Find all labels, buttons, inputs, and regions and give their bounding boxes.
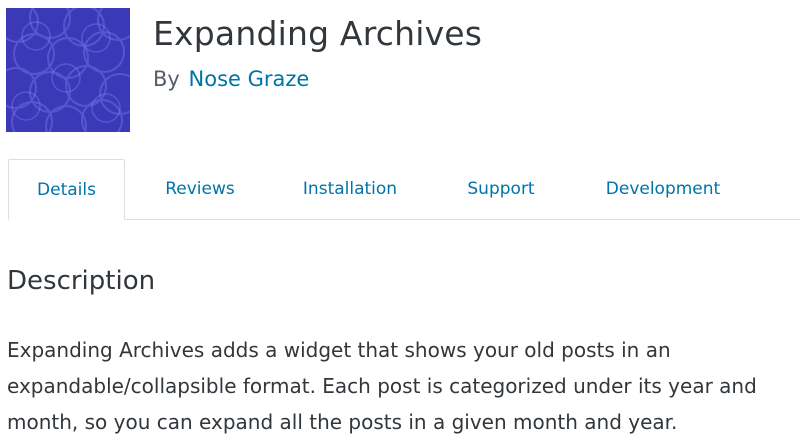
plugin-tabs: Details Reviews Installation Support Dev…	[8, 159, 800, 220]
tab-development[interactable]: Development	[590, 159, 736, 219]
plugin-byline: By Nose Graze	[153, 67, 309, 91]
description-heading: Description	[7, 266, 156, 296]
description-text: Expanding Archives adds a widget that sh…	[7, 338, 757, 434]
tab-installation[interactable]: Installation	[282, 159, 418, 219]
tab-reviews[interactable]: Reviews	[138, 159, 262, 219]
circles-pattern-icon	[6, 8, 130, 132]
plugin-icon	[6, 8, 130, 132]
by-label: By	[153, 67, 180, 91]
author-link[interactable]: Nose Graze	[189, 67, 310, 91]
plugin-page: Expanding Archives By Nose Graze Details…	[0, 0, 800, 444]
tab-details[interactable]: Details	[8, 159, 125, 220]
plugin-title: Expanding Archives	[153, 14, 483, 53]
tab-support[interactable]: Support	[446, 159, 556, 219]
